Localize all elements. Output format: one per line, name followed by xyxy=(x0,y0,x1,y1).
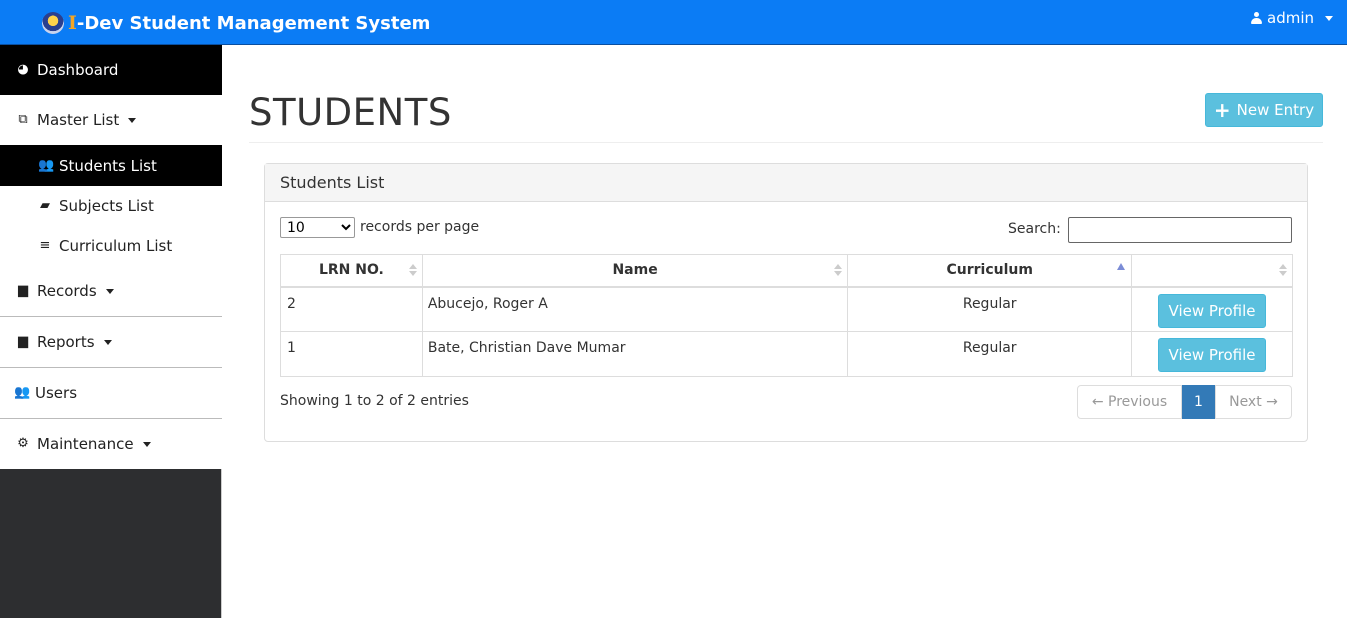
user-menu[interactable]: admin xyxy=(1251,9,1333,27)
view-profile-button[interactable]: View Profile xyxy=(1158,338,1267,372)
list-icon: ≡ xyxy=(39,238,51,253)
search-input[interactable] xyxy=(1068,217,1292,243)
column-header-lrn[interactable]: LRN NO. xyxy=(280,254,423,288)
sidebar-item-label: Records xyxy=(37,282,97,300)
table-header-row: LRN NO. Name Curriculum xyxy=(280,254,1293,288)
sort-icon xyxy=(834,264,843,278)
school-logo-icon xyxy=(42,12,64,34)
caret-down-icon xyxy=(103,339,112,345)
page-title: STUDENTS xyxy=(249,91,452,134)
students-panel: Students List 10 records per page Search… xyxy=(264,163,1308,442)
caret-down-icon xyxy=(1325,15,1333,21)
sidebar-item-master-list[interactable]: ⧉ Master List xyxy=(0,95,222,145)
plus-icon: + xyxy=(1213,98,1231,122)
column-header-action[interactable] xyxy=(1131,254,1293,288)
cell-action: View Profile xyxy=(1131,331,1293,377)
sidebar-item-label: Reports xyxy=(37,333,95,351)
records-per-page-label: records per page xyxy=(360,219,480,235)
copy-icon: ⧉ xyxy=(18,112,28,127)
cell-action: View Profile xyxy=(1131,286,1293,332)
top-navbar: I -Dev Student Management System admin xyxy=(0,0,1347,45)
user-icon xyxy=(1251,12,1262,24)
table-info: Showing 1 to 2 of 2 entries xyxy=(280,393,469,409)
gears-icon: ⚙ xyxy=(17,436,29,451)
brand-title: -Dev Student Management System xyxy=(76,12,431,34)
pagination-next[interactable]: Next → xyxy=(1215,385,1292,419)
users-icon: 👥 xyxy=(38,157,55,173)
view-profile-button[interactable]: View Profile xyxy=(1158,293,1267,328)
cell-curriculum: Regular xyxy=(847,331,1133,377)
file-icon: ▆ xyxy=(18,334,28,349)
sidebar-item-maintenance[interactable]: ⚙ Maintenance xyxy=(0,419,222,469)
panel-heading: Students List xyxy=(265,164,1307,202)
column-header-label: LRN NO. xyxy=(318,262,384,279)
sidebar-item-curriculum-list[interactable]: ≡ Curriculum List xyxy=(0,226,222,266)
cell-curriculum: Regular xyxy=(847,286,1133,332)
cell-lrn: 2 xyxy=(280,286,423,332)
title-divider xyxy=(249,142,1323,143)
sort-ascending-icon xyxy=(1117,263,1126,270)
sidebar-item-label: Subjects List xyxy=(59,197,154,215)
caret-down-icon xyxy=(128,117,137,123)
new-entry-button[interactable]: + New Entry xyxy=(1205,93,1323,127)
sidebar-item-reports[interactable]: ▆ Reports xyxy=(0,317,222,368)
sidebar-item-records[interactable]: ▆ Records xyxy=(0,266,222,317)
records-per-page-select[interactable]: 10 xyxy=(280,217,355,238)
students-table: LRN NO. Name Curriculum 2 Abucejo, Roger… xyxy=(280,254,1293,377)
sidebar-item-label: Students List xyxy=(59,156,157,175)
column-header-label: Name xyxy=(612,262,658,279)
sidebar-item-dashboard[interactable]: ◕ Dashboard xyxy=(0,45,222,95)
book-icon: ▰ xyxy=(40,198,50,213)
sidebar-item-users[interactable]: 👥 Users xyxy=(0,368,222,419)
column-header-curriculum[interactable]: Curriculum xyxy=(847,254,1133,288)
sort-icon xyxy=(408,264,417,278)
search-label: Search: xyxy=(1008,221,1061,237)
file-icon: ▆ xyxy=(18,283,28,298)
pagination-previous[interactable]: ← Previous xyxy=(1077,385,1182,419)
sidebar-item-subjects-list[interactable]: ▰ Subjects List xyxy=(0,186,222,226)
pagination: ← Previous 1 Next → xyxy=(1077,385,1292,419)
column-header-label: Curriculum xyxy=(946,262,1033,279)
main-content: STUDENTS + New Entry Students List 10 re… xyxy=(223,45,1347,618)
cell-name: Bate, Christian Dave Mumar xyxy=(421,331,849,377)
pagination-page-1[interactable]: 1 xyxy=(1182,385,1215,419)
sort-icon xyxy=(1279,264,1287,278)
sidebar-item-label: Users xyxy=(35,384,78,402)
users-icon: 👥 xyxy=(14,385,31,400)
sidebar-item-label: Maintenance xyxy=(37,435,134,453)
caret-down-icon xyxy=(105,288,114,294)
sidebar-item-label: Curriculum List xyxy=(59,237,173,255)
user-name: admin xyxy=(1267,9,1314,27)
column-header-name[interactable]: Name xyxy=(421,254,849,288)
caret-down-icon xyxy=(142,441,151,447)
sidebar-item-label: Dashboard xyxy=(37,61,119,79)
brand[interactable]: I -Dev Student Management System xyxy=(42,9,430,37)
sidebar: ◕ Dashboard ⧉ Master List 👥 Students Lis… xyxy=(0,45,222,618)
table-row: 2 Abucejo, Roger A Regular View Profile xyxy=(280,286,1293,332)
brand-initial: I xyxy=(68,12,77,34)
sidebar-item-label: Master List xyxy=(37,111,120,129)
dashboard-icon: ◕ xyxy=(17,62,29,77)
new-entry-label: New Entry xyxy=(1236,101,1315,119)
sidebar-item-students-list[interactable]: 👥 Students List xyxy=(0,145,222,186)
cell-name: Abucejo, Roger A xyxy=(421,286,849,332)
cell-lrn: 1 xyxy=(280,331,423,377)
table-row: 1 Bate, Christian Dave Mumar Regular Vie… xyxy=(280,331,1293,377)
